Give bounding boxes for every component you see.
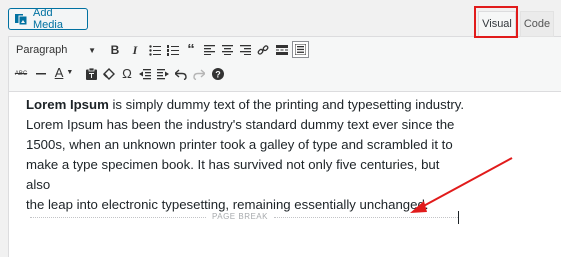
numbered-list-icon[interactable] <box>166 42 180 58</box>
align-center-icon[interactable] <box>220 42 234 58</box>
content-line-1-rest: is simply dummy text of the printing and… <box>108 97 465 112</box>
text-caret <box>458 211 459 224</box>
tab-code-label: Code <box>523 18 551 30</box>
add-media-button[interactable]: Add Media <box>8 7 88 31</box>
bulleted-list-icon[interactable] <box>148 42 162 58</box>
indent-icon[interactable] <box>156 66 170 82</box>
chevron-down-icon: ▼ <box>88 45 96 55</box>
blockquote-icon[interactable]: “ <box>184 41 198 58</box>
page-break-label: PAGE BREAK <box>212 212 268 221</box>
media-icon <box>15 14 28 25</box>
format-select-value: Paragraph <box>16 44 68 56</box>
horizontal-line-icon[interactable] <box>34 66 48 82</box>
outdent-icon[interactable] <box>138 66 152 82</box>
tab-visual[interactable]: Visual <box>478 11 516 37</box>
strikethrough-icon[interactable]: ABC <box>14 66 28 82</box>
read-more-icon[interactable] <box>275 42 289 58</box>
redo-icon[interactable] <box>192 66 206 82</box>
tab-code[interactable]: Code <box>520 11 554 37</box>
content-line-1: Lorem Ipsum is simply dummy text of the … <box>26 95 466 115</box>
content-bold-lead: Lorem Ipsum <box>26 97 109 112</box>
format-select[interactable]: Paragraph ▼ <box>14 42 98 58</box>
content-line-3: 1500s, when an unknown printer took a ga… <box>26 137 453 152</box>
svg-text:?: ? <box>215 70 221 80</box>
undo-icon[interactable] <box>174 66 188 82</box>
content-line-4: make a type specimen book. It has surviv… <box>26 157 440 192</box>
bold-icon[interactable]: B <box>108 42 122 58</box>
tab-visual-label: Visual <box>482 18 512 30</box>
link-icon[interactable] <box>256 42 270 58</box>
page-break[interactable]: PAGE BREAK <box>30 212 460 222</box>
clear-formatting-icon[interactable] <box>102 66 116 82</box>
italic-icon[interactable]: I <box>128 42 142 58</box>
text-color-icon[interactable]: A ▼ <box>52 64 76 80</box>
paste-as-text-icon[interactable] <box>84 66 98 82</box>
page-break-left-line <box>30 217 206 218</box>
page-break-right-line <box>274 217 458 218</box>
help-icon[interactable]: ? <box>211 66 225 82</box>
align-right-icon[interactable] <box>238 42 252 58</box>
editor-content[interactable]: Lorem Ipsum is simply dummy text of the … <box>26 95 466 215</box>
add-media-label: Add Media <box>33 7 63 31</box>
align-left-icon[interactable] <box>202 42 216 58</box>
toolbar-toggle-icon[interactable] <box>292 41 309 58</box>
special-character-icon[interactable]: Ω <box>120 65 134 81</box>
content-line-2: Lorem Ipsum has been the industry's stan… <box>26 117 455 132</box>
